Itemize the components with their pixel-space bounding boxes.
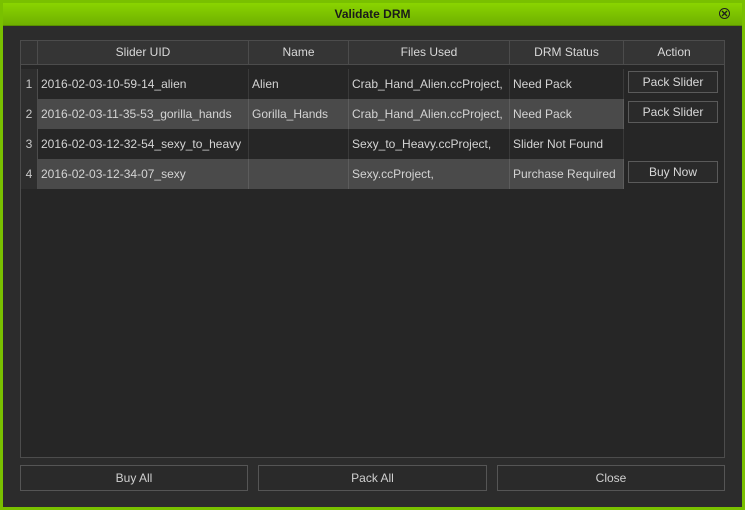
buy-now-button[interactable]: Buy Now <box>628 161 718 183</box>
pack-slider-button[interactable]: Pack Slider <box>628 71 718 93</box>
column-header-action[interactable]: Action <box>624 41 724 65</box>
row-number: 3 <box>21 129 38 159</box>
cell-slider-uid: 2016-02-03-12-34-07_sexy <box>38 159 249 189</box>
row-number: 4 <box>21 159 38 189</box>
column-header-slider-uid[interactable]: Slider UID <box>38 41 249 65</box>
row-number: 1 <box>21 69 38 99</box>
cell-files-used: Crab_Hand_Alien.ccProject, <box>349 69 510 99</box>
cell-files-used: Crab_Hand_Alien.ccProject, <box>349 99 510 129</box>
close-icon[interactable] <box>719 8 730 19</box>
cell-slider-uid: 2016-02-03-11-35-53_gorilla_hands <box>38 99 249 129</box>
column-header-files-used[interactable]: Files Used <box>349 41 510 65</box>
cell-name: Gorilla_Hands <box>249 99 349 129</box>
column-header-drm-status[interactable]: DRM Status <box>510 41 624 65</box>
table-corner <box>21 41 38 65</box>
buy-all-button[interactable]: Buy All <box>20 465 248 491</box>
cell-name <box>249 129 349 159</box>
cell-drm-status: Need Pack <box>510 99 624 129</box>
close-button[interactable]: Close <box>497 465 725 491</box>
drm-table: Slider UID Name Files Used DRM Status Ac… <box>20 40 725 458</box>
cell-files-used: Sexy.ccProject, <box>349 159 510 189</box>
row-number: 2 <box>21 99 38 129</box>
cell-name: Alien <box>249 69 349 99</box>
cell-files-used: Sexy_to_Heavy.ccProject, <box>349 129 510 159</box>
cell-drm-status: Slider Not Found <box>510 129 624 159</box>
cell-slider-uid: 2016-02-03-10-59-14_alien <box>38 69 249 99</box>
pack-slider-button[interactable]: Pack Slider <box>628 101 718 123</box>
column-header-name[interactable]: Name <box>249 41 349 65</box>
cell-name <box>249 159 349 189</box>
cell-drm-status: Need Pack <box>510 69 624 99</box>
dialog-title: Validate DRM <box>334 7 411 21</box>
title-bar[interactable]: Validate DRM <box>3 3 742 26</box>
cell-slider-uid: 2016-02-03-12-32-54_sexy_to_heavy <box>38 129 249 159</box>
cell-drm-status: Purchase Required <box>510 159 624 189</box>
pack-all-button[interactable]: Pack All <box>258 465 487 491</box>
validate-drm-dialog: Validate DRM Slider UID Name Files Used … <box>0 0 745 510</box>
